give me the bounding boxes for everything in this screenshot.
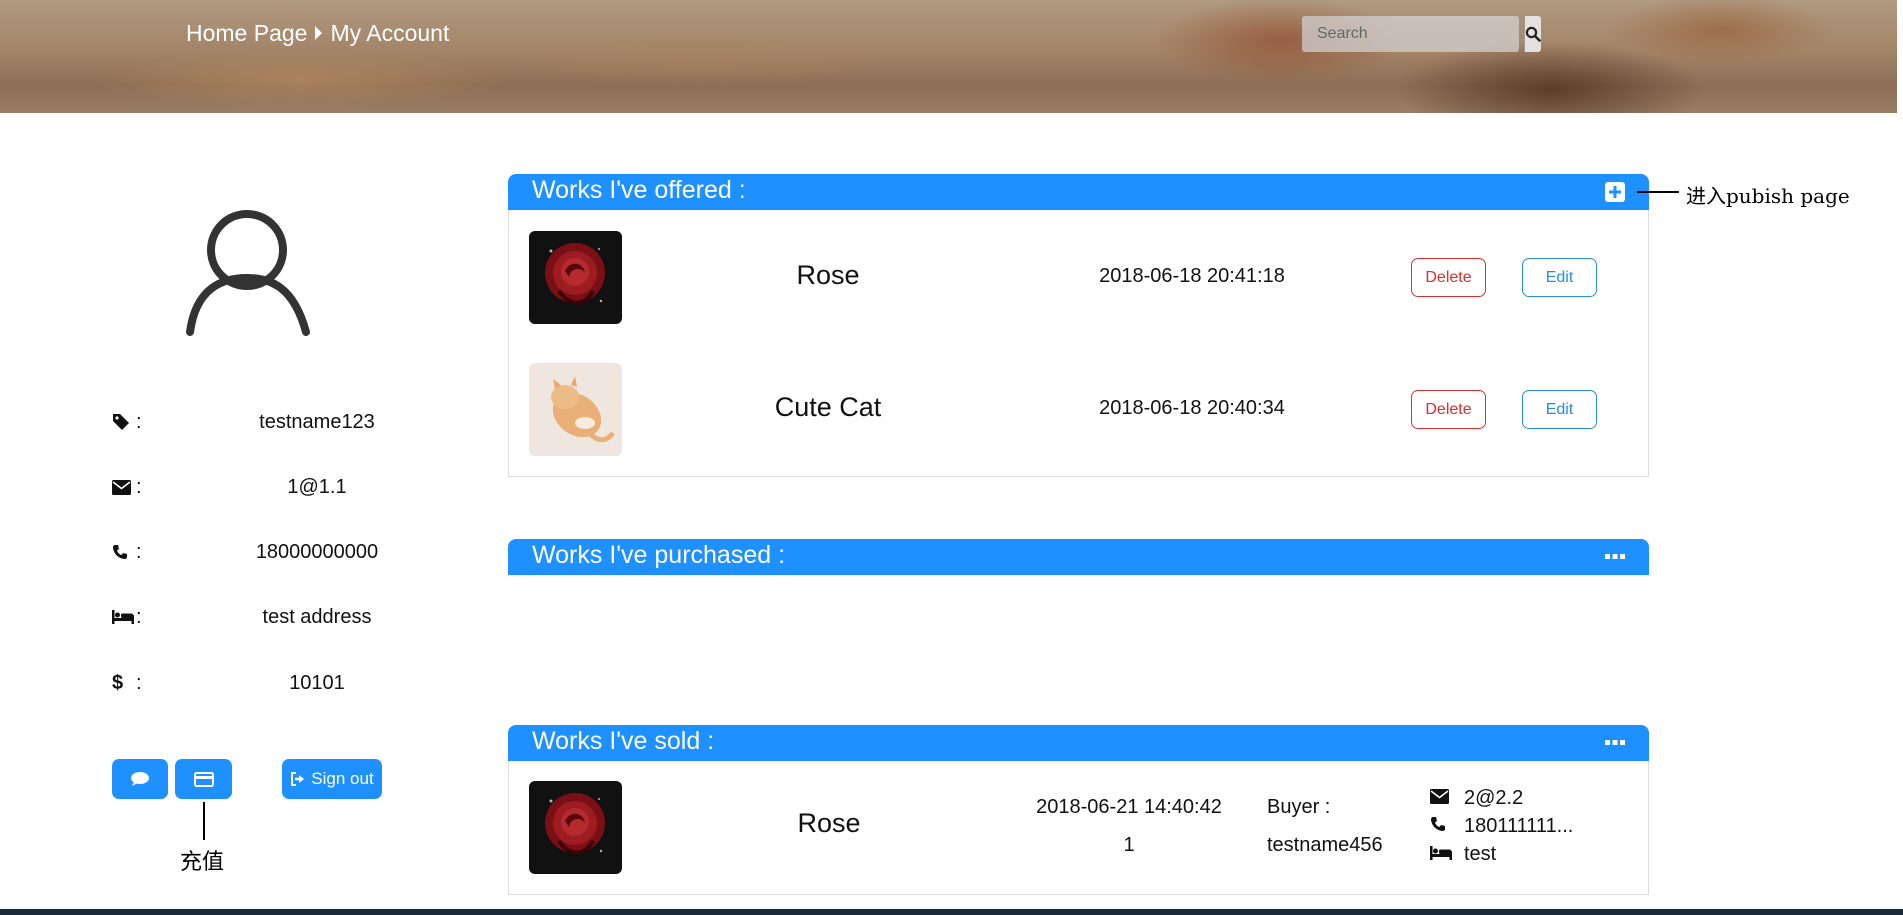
ellipsis-icon[interactable] — [1605, 554, 1625, 560]
sold-title: Works I've sold : — [532, 727, 715, 755]
bed-icon — [1430, 846, 1452, 860]
search-button[interactable] — [1524, 16, 1541, 52]
field-colon: : — [136, 475, 142, 498]
profile-username: testname123 — [259, 410, 375, 433]
profile-address: test address — [262, 605, 372, 628]
offered-title: Works I've offered : — [532, 176, 746, 204]
ellipsis-icon[interactable] — [1605, 740, 1625, 746]
header-banner: Home Page My Account — [0, 0, 1903, 113]
envelope-icon — [1430, 789, 1449, 804]
publish-annotation: 进入pubish page — [1686, 184, 1850, 208]
search-input[interactable] — [1302, 16, 1524, 52]
comment-icon — [131, 772, 149, 786]
tag-icon — [113, 414, 129, 430]
taskbar-edge — [0, 909, 1903, 915]
profile-phone-row: : 18000000000 — [112, 537, 378, 567]
rose-image[interactable] — [529, 781, 622, 874]
bed-icon — [112, 610, 134, 624]
purchased-panel-header: Works I've purchased : — [508, 539, 1649, 575]
breadcrumb: Home Page My Account — [186, 18, 449, 48]
envelope-icon — [112, 479, 131, 495]
offered-item-date: 2018-06-18 20:40:34 — [1099, 397, 1285, 419]
edit-button[interactable]: Edit — [1522, 258, 1597, 297]
sold-item-date: 2018-06-21 14:40:42 — [1036, 796, 1222, 818]
offered-item-date: 2018-06-18 20:41:18 — [1099, 265, 1285, 287]
field-colon: : — [136, 671, 142, 694]
phone-icon — [113, 545, 127, 559]
offered-panel-header: Works I've offered : — [508, 174, 1649, 210]
field-colon: : — [136, 410, 142, 433]
recharge-annotation: 充值 — [180, 850, 225, 875]
search-icon — [1525, 26, 1541, 42]
credit-card-icon — [193, 771, 214, 787]
phone-icon — [1431, 817, 1445, 831]
profile-balance: 10101 — [289, 671, 345, 694]
buyer-name: testname456 — [1267, 834, 1383, 856]
edit-button[interactable]: Edit — [1522, 390, 1597, 429]
buyer-address-row: test — [1430, 843, 1496, 866]
breadcrumb-my-account[interactable]: My Account — [330, 20, 449, 47]
publish-annotation-line — [1637, 191, 1679, 193]
buyer-address: test — [1464, 843, 1497, 865]
search-box — [1302, 16, 1541, 52]
banner-edge — [1897, 0, 1903, 113]
field-colon: : — [136, 605, 142, 628]
delete-button[interactable]: Delete — [1411, 390, 1486, 429]
delete-button[interactable]: Delete — [1411, 258, 1486, 297]
recharge-annotation-line — [203, 802, 205, 840]
caret-right-icon — [315, 26, 323, 40]
field-colon: : — [136, 540, 142, 563]
recharge-button[interactable] — [175, 759, 232, 799]
profile-balance-row: $ : 10101 — [112, 668, 345, 698]
cat-image[interactable] — [529, 363, 622, 456]
buyer-label: Buyer : — [1267, 796, 1331, 818]
offered-item-name: Cute Cat — [774, 392, 882, 422]
plus-square-icon[interactable] — [1605, 182, 1625, 202]
profile-email-row: : 1@1.1 — [112, 472, 347, 502]
profile-address-row: : test address — [112, 602, 371, 632]
profile-username-row: : testname123 — [112, 407, 375, 437]
offered-panel-body — [508, 210, 1649, 477]
sign-out-button[interactable]: Sign out — [282, 759, 382, 799]
profile-email: 1@1.1 — [287, 475, 347, 498]
message-button[interactable] — [112, 759, 168, 799]
user-icon — [186, 210, 310, 336]
buyer-phone: 180111111... — [1464, 815, 1574, 837]
rose-image[interactable] — [529, 231, 622, 324]
breadcrumb-home-link[interactable]: Home Page — [186, 20, 307, 47]
dollar-icon: $ — [112, 671, 124, 694]
buyer-phone-row: 180111111... — [1430, 815, 1573, 838]
buyer-email-row: 2@2.2 — [1430, 787, 1523, 810]
sign-out-icon — [291, 772, 305, 786]
buyer-email: 2@2.2 — [1464, 787, 1524, 809]
purchased-title: Works I've purchased : — [532, 541, 786, 569]
sold-item-quantity: 1 — [1123, 834, 1135, 856]
sold-item-name: Rose — [797, 808, 861, 838]
sign-out-label: Sign out — [311, 769, 374, 788]
offered-item-name: Rose — [796, 260, 860, 290]
profile-phone: 18000000000 — [255, 540, 379, 563]
sold-panel-header: Works I've sold : — [508, 725, 1649, 761]
